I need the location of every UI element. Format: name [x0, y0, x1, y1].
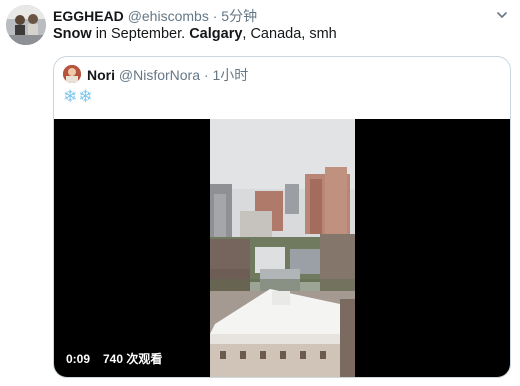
quoted-tweet[interactable]: Nori @NisforNora · 1小时 ❄❄ 0:09 740 次观看 [53, 56, 511, 378]
quoted-author-handle[interactable]: @NisforNora [119, 67, 200, 83]
author-name[interactable]: EGGHEAD [53, 8, 124, 24]
tweet-text-part-2: in September. [91, 26, 190, 42]
video-player[interactable]: 0:09 740 次观看 [54, 119, 510, 377]
author-avatar[interactable] [6, 5, 46, 45]
tweet-header: EGGHEAD @ehiscombs · 5分钟 [53, 7, 257, 25]
quoted-time[interactable]: 1小时 [212, 67, 248, 83]
video-frame [210, 119, 355, 377]
quoted-text: ❄❄ [63, 87, 94, 106]
quoted-separator: · [203, 67, 209, 83]
quoted-author-avatar[interactable] [63, 65, 81, 83]
quoted-author-name[interactable]: Nori [87, 67, 115, 83]
video-duration-badge: 0:09 [61, 349, 96, 369]
author-handle[interactable]: @ehiscombs [128, 8, 209, 24]
tweet-text-bold-2: Calgary [189, 26, 243, 42]
header-separator: · [212, 8, 218, 24]
tweet-time[interactable]: 5分钟 [221, 8, 257, 24]
quoted-header: Nori @NisforNora · 1小时 [87, 66, 248, 84]
video-views-badge: 740 次观看 [98, 349, 168, 369]
tweet-text-bold-1: Snow [53, 26, 92, 42]
chevron-down-icon[interactable] [496, 9, 508, 21]
tweet-text: Snow in September. Calgary, Canada, smh [53, 25, 337, 44]
tweet-text-part-4: , Canada, smh [242, 26, 337, 42]
